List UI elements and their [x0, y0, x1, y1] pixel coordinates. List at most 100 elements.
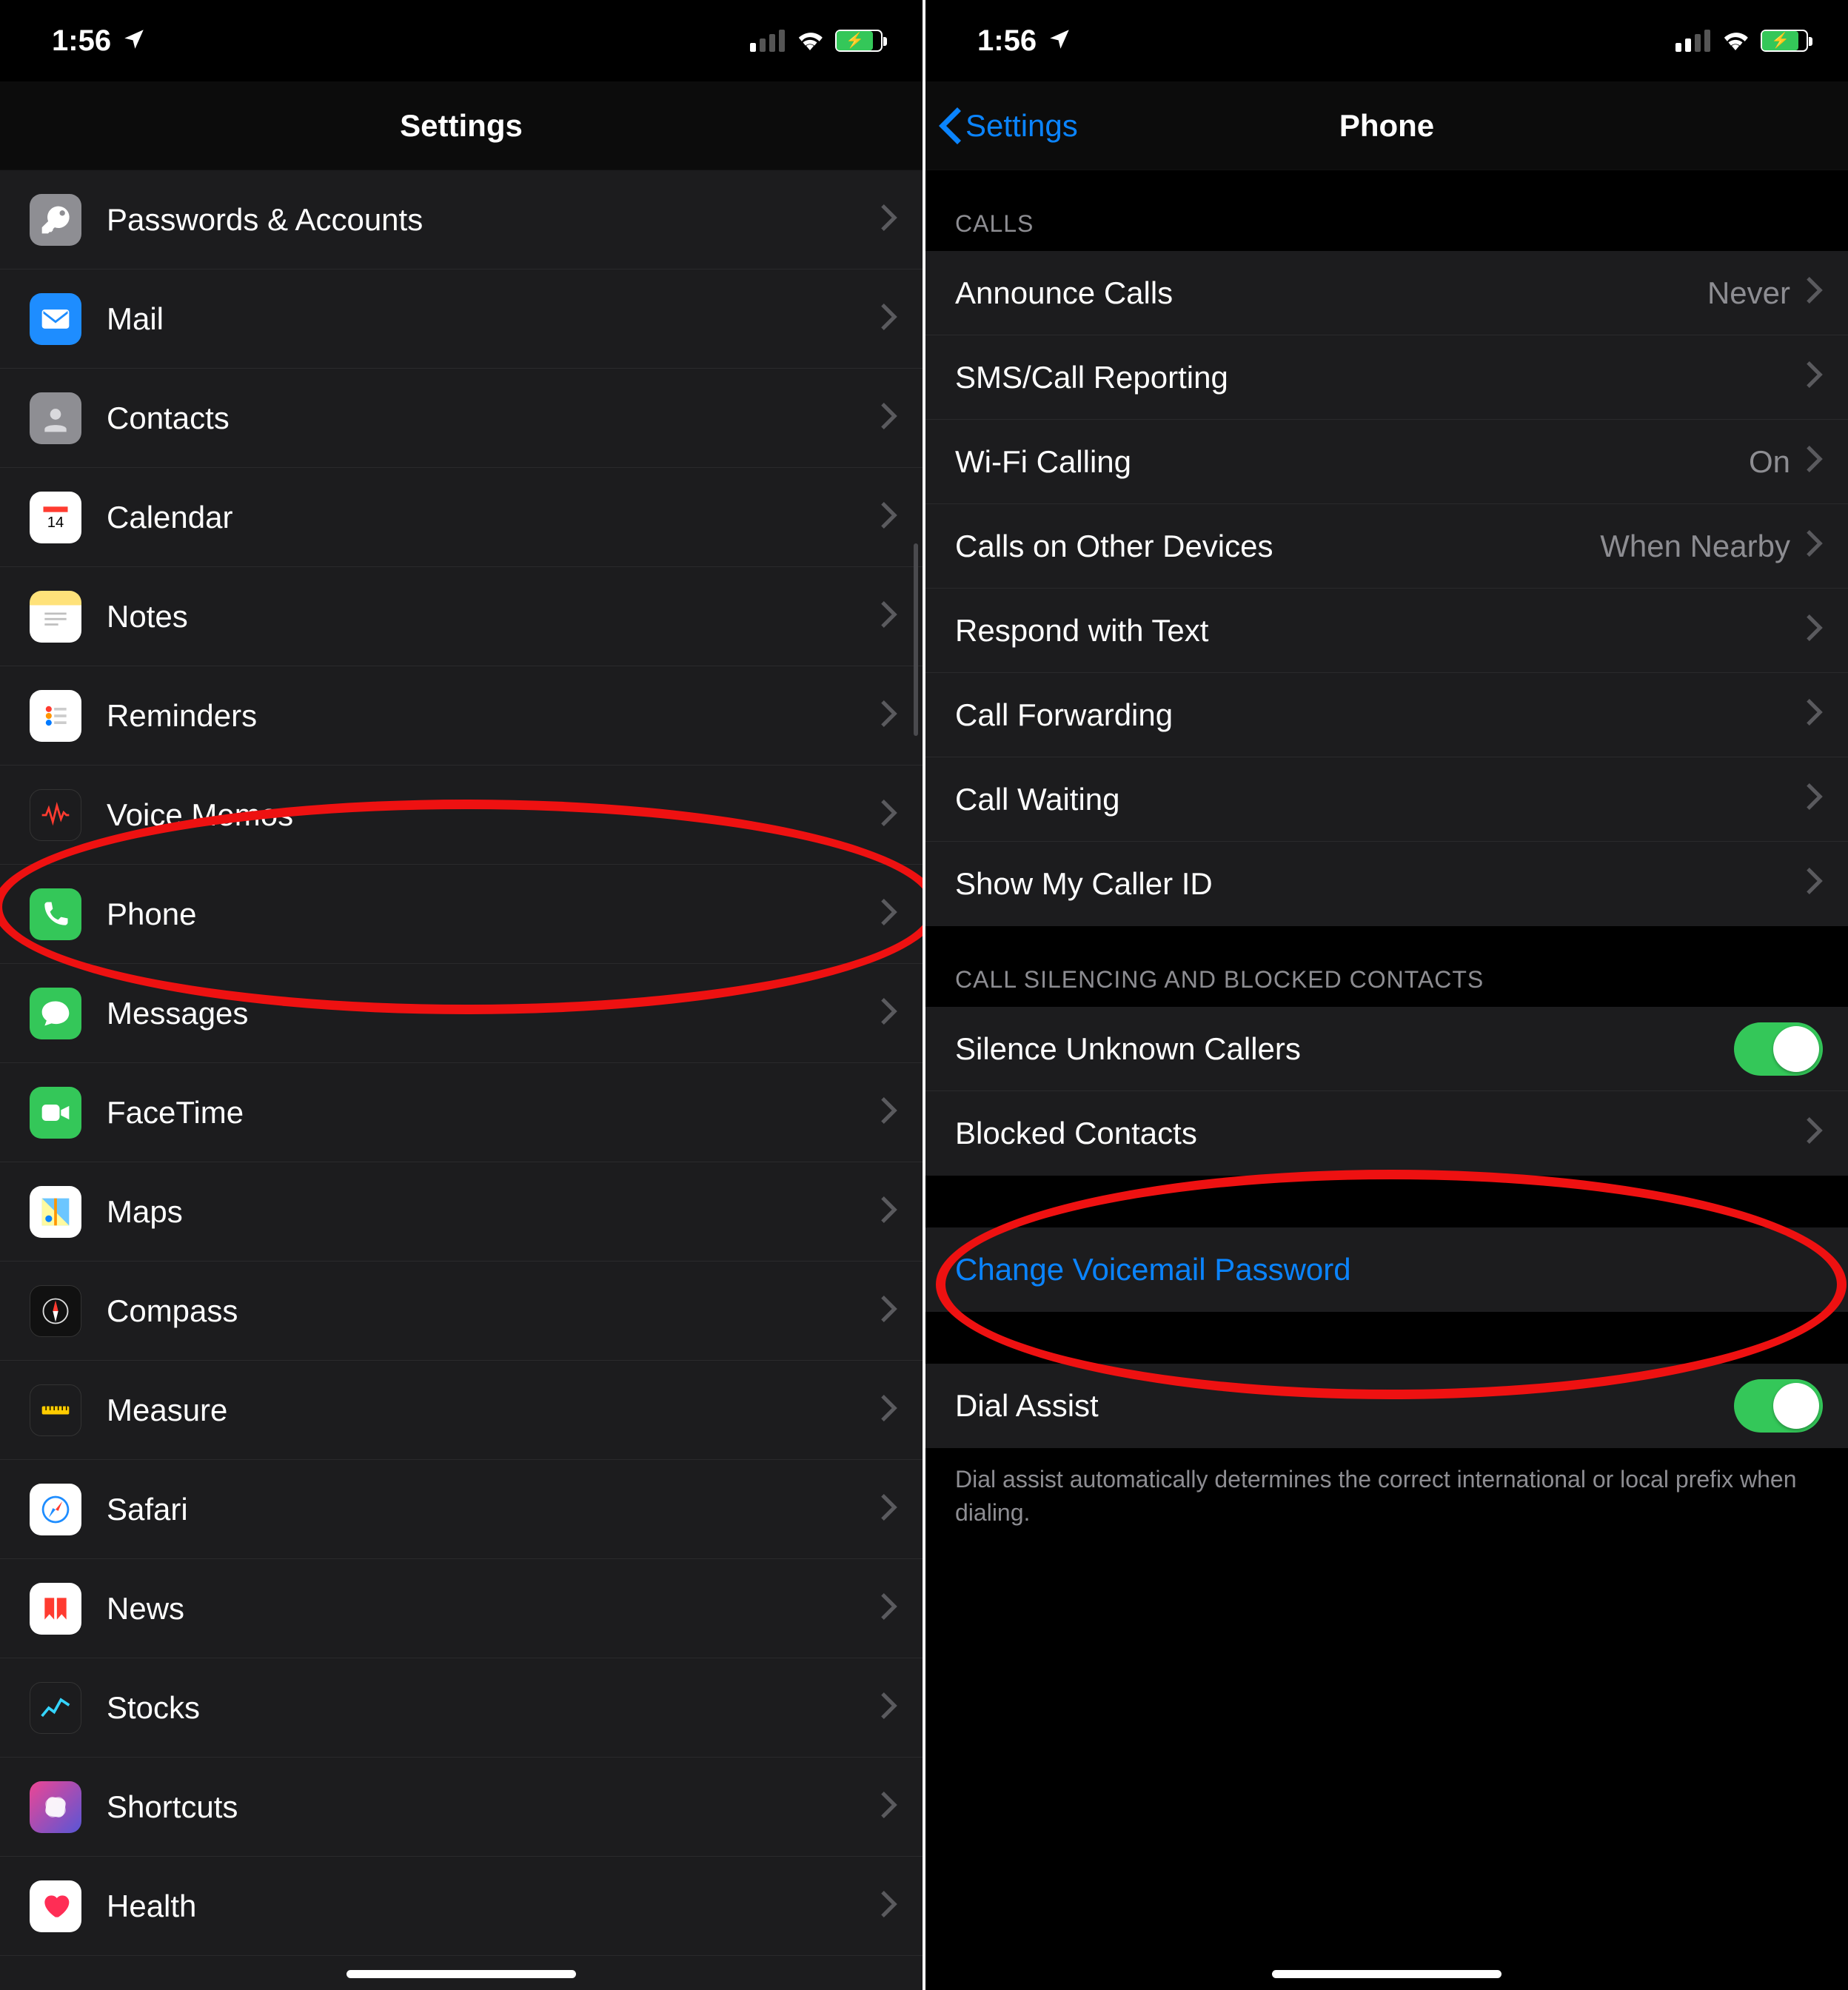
- settings-row-contacts[interactable]: Contacts: [0, 369, 923, 468]
- chevron-right-icon: [881, 899, 897, 929]
- home-indicator[interactable]: [1272, 1970, 1502, 1978]
- settings-row-mail[interactable]: Mail: [0, 269, 923, 369]
- chevron-right-icon: [1807, 444, 1823, 480]
- home-indicator[interactable]: [346, 1970, 576, 1978]
- section-footer-dial: Dial assist automatically determines the…: [925, 1448, 1848, 1559]
- battery-icon: ⚡: [1761, 30, 1808, 52]
- cell-change-voicemail-password[interactable]: Change Voicemail Password: [925, 1227, 1848, 1312]
- contacts-icon: [30, 392, 81, 444]
- settings-row-label: Measure: [107, 1393, 881, 1428]
- cell-label: Wi-Fi Calling: [955, 444, 1749, 480]
- health-icon: [30, 1880, 81, 1932]
- settings-row-stocks[interactable]: Stocks: [0, 1658, 923, 1758]
- cell-calls-on-other-devices[interactable]: Calls on Other DevicesWhen Nearby: [925, 504, 1848, 589]
- maps-icon: [30, 1186, 81, 1238]
- cell-label: Show My Caller ID: [955, 866, 1807, 902]
- chevron-right-icon: [881, 998, 897, 1028]
- calendar-icon: [30, 492, 81, 543]
- settings-row-compass[interactable]: Compass: [0, 1262, 923, 1361]
- cell-label: Blocked Contacts: [955, 1116, 1807, 1151]
- settings-row-maps[interactable]: Maps: [0, 1162, 923, 1262]
- status-time: 1:56: [52, 24, 111, 58]
- wifi-icon: [1721, 28, 1750, 54]
- settings-row-label: Contacts: [107, 401, 881, 436]
- settings-row-facetime[interactable]: FaceTime: [0, 1063, 923, 1162]
- page-title: Phone: [1339, 108, 1434, 144]
- cell-value: On: [1749, 444, 1790, 480]
- settings-row-voicememos[interactable]: Voice Memos: [0, 765, 923, 865]
- settings-row-label: Notes: [107, 599, 881, 634]
- cell-respond-with-text[interactable]: Respond with Text: [925, 589, 1848, 673]
- settings-row-label: Health: [107, 1889, 881, 1924]
- toggle-dial-assist[interactable]: [1734, 1379, 1823, 1433]
- status-bar: 1:56 ⚡: [0, 0, 923, 81]
- settings-row-safari[interactable]: Safari: [0, 1460, 923, 1559]
- chevron-right-icon: [881, 601, 897, 631]
- settings-row-label: FaceTime: [107, 1095, 881, 1130]
- chevron-right-icon: [881, 1692, 897, 1723]
- cell-label: Calls on Other Devices: [955, 529, 1600, 564]
- measure-icon: [30, 1384, 81, 1436]
- cell-call-forwarding[interactable]: Call Forwarding: [925, 673, 1848, 757]
- cell-sms-call-reporting[interactable]: SMS/Call Reporting: [925, 335, 1848, 420]
- toggle-silence-unknown-callers[interactable]: [1734, 1022, 1823, 1076]
- chevron-right-icon: [881, 204, 897, 235]
- chevron-right-icon: [881, 1097, 897, 1128]
- phone-icon: [30, 888, 81, 940]
- status-bar: 1:56 ⚡: [925, 0, 1848, 81]
- nav-header: Settings Phone: [925, 81, 1848, 170]
- page-title: Settings: [400, 108, 523, 144]
- mail-icon: [30, 293, 81, 345]
- settings-row-health[interactable]: Health: [0, 1857, 923, 1956]
- settings-row-measure[interactable]: Measure: [0, 1361, 923, 1460]
- settings-row-label: Voice Memos: [107, 797, 881, 833]
- chevron-right-icon: [881, 1395, 897, 1425]
- settings-row-label: Stocks: [107, 1690, 881, 1726]
- cell-label: Dial Assist: [955, 1388, 1734, 1424]
- settings-row-news[interactable]: News: [0, 1559, 923, 1658]
- cell-silence-unknown-callers[interactable]: Silence Unknown Callers: [925, 1007, 1848, 1091]
- section-header-silencing: CALL SILENCING AND BLOCKED CONTACTS: [925, 926, 1848, 1007]
- chevron-right-icon: [1807, 360, 1823, 395]
- cell-wi-fi-calling[interactable]: Wi-Fi CallingOn: [925, 420, 1848, 504]
- nav-header: Settings: [0, 81, 923, 170]
- chevron-right-icon: [881, 403, 897, 433]
- wifi-icon: [795, 28, 825, 54]
- reminders-icon: [30, 690, 81, 742]
- phone-settings-content[interactable]: CALLS Announce CallsNeverSMS/Call Report…: [925, 170, 1848, 1990]
- cell-label: Change Voicemail Password: [955, 1252, 1823, 1287]
- chevron-right-icon: [1807, 697, 1823, 733]
- cell-call-waiting[interactable]: Call Waiting: [925, 757, 1848, 842]
- cell-announce-calls[interactable]: Announce CallsNever: [925, 251, 1848, 335]
- settings-row-notes[interactable]: Notes: [0, 567, 923, 666]
- chevron-right-icon: [1807, 613, 1823, 649]
- settings-row-messages[interactable]: Messages: [0, 964, 923, 1063]
- cell-label: SMS/Call Reporting: [955, 360, 1807, 395]
- settings-row-passwords[interactable]: Passwords & Accounts: [0, 170, 923, 269]
- cell-blocked-contacts[interactable]: Blocked Contacts: [925, 1091, 1848, 1176]
- back-button[interactable]: Settings: [939, 81, 1078, 170]
- cell-dial-assist[interactable]: Dial Assist: [925, 1364, 1848, 1448]
- settings-row-reminders[interactable]: Reminders: [0, 666, 923, 765]
- news-icon: [30, 1583, 81, 1635]
- cell-label: Respond with Text: [955, 613, 1807, 649]
- chevron-right-icon: [881, 1593, 897, 1624]
- settings-row-label: Calendar: [107, 500, 881, 535]
- settings-screen: 1:56 ⚡ Settings Passwords & AccountsMail…: [0, 0, 923, 1990]
- settings-row-label: Reminders: [107, 698, 881, 734]
- compass-icon: [30, 1285, 81, 1337]
- settings-row-calendar[interactable]: Calendar: [0, 468, 923, 567]
- chevron-right-icon: [881, 1296, 897, 1326]
- shortcuts-icon: [30, 1781, 81, 1833]
- settings-row-label: Phone: [107, 897, 881, 932]
- settings-row-phone[interactable]: Phone: [0, 865, 923, 964]
- cell-signal-icon: [1675, 30, 1710, 52]
- settings-row-label: Safari: [107, 1492, 881, 1527]
- notes-icon: [30, 591, 81, 643]
- chevron-right-icon: [1807, 275, 1823, 311]
- chevron-right-icon: [881, 1494, 897, 1524]
- cell-show-my-caller-id[interactable]: Show My Caller ID: [925, 842, 1848, 926]
- settings-row-shortcuts[interactable]: Shortcuts: [0, 1758, 923, 1857]
- chevron-right-icon: [1807, 866, 1823, 902]
- settings-list[interactable]: Passwords & AccountsMail Contacts Calendar…: [0, 170, 923, 1990]
